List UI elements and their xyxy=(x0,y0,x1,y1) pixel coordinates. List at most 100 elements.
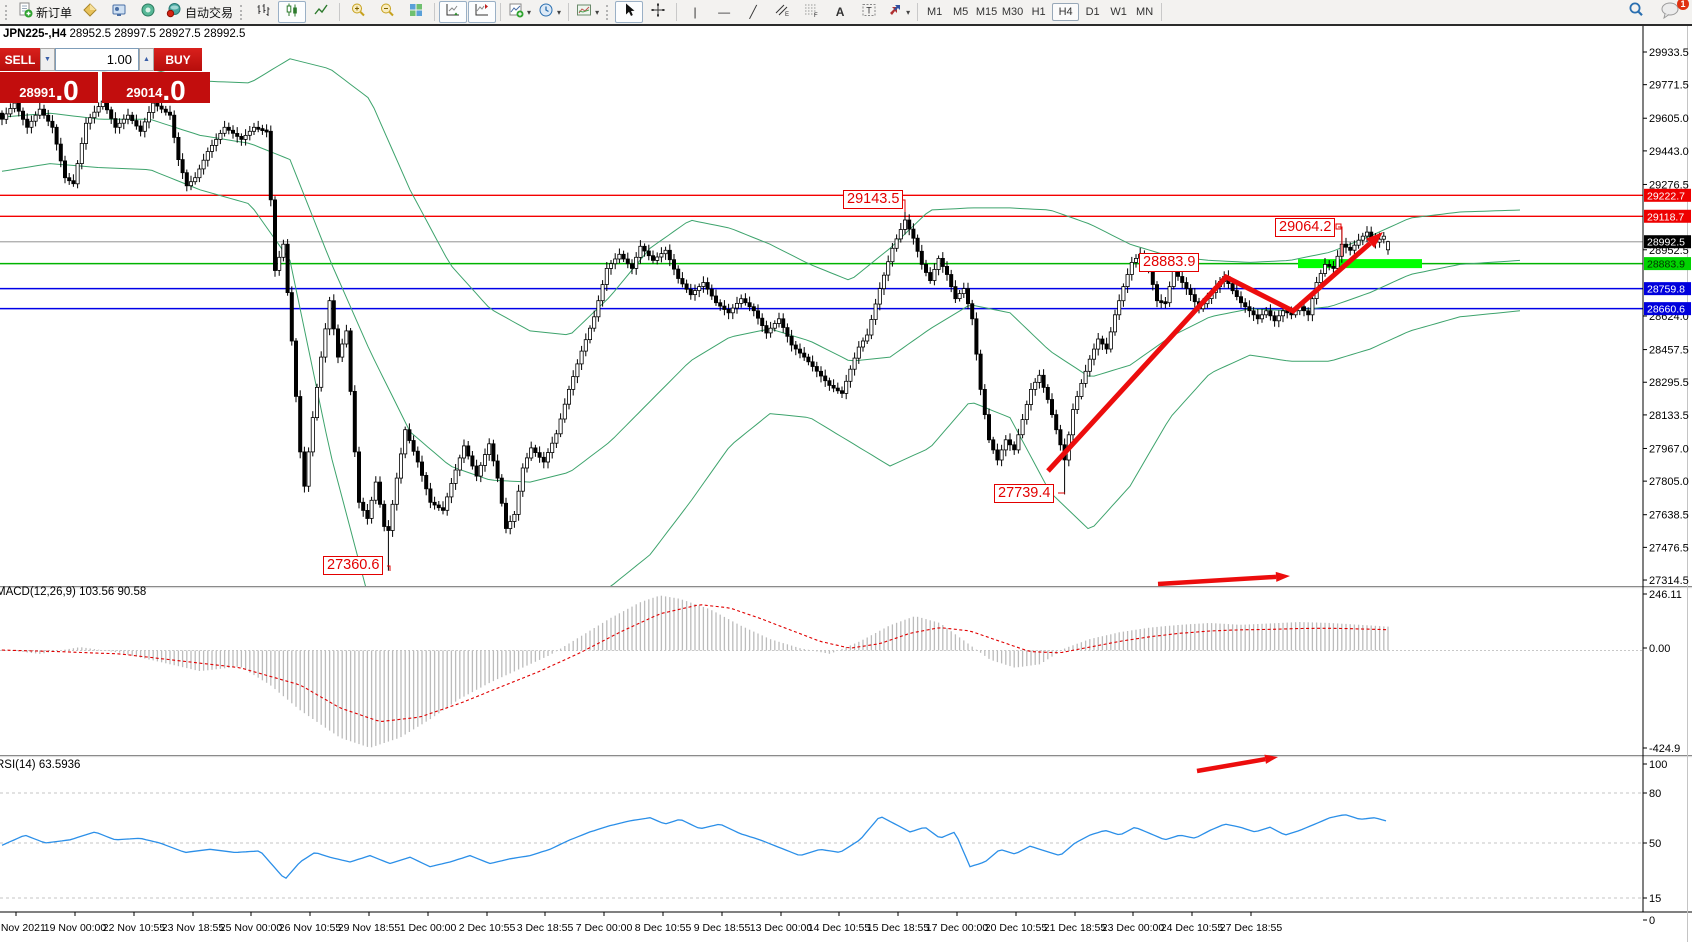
zoom-out-button[interactable] xyxy=(373,1,401,23)
auto-scroll-button[interactable] xyxy=(439,1,467,23)
fibonacci-icon: F xyxy=(803,2,819,23)
text-icon: A xyxy=(836,5,845,19)
toolbar-separator xyxy=(1161,3,1162,21)
svg-text:29443.0: 29443.0 xyxy=(1649,146,1689,158)
svg-text:F: F xyxy=(814,13,818,18)
arrows-icon xyxy=(887,2,903,23)
horizontal-line-tool[interactable]: — xyxy=(710,1,738,23)
tab-h4[interactable]: H4 xyxy=(1052,3,1079,21)
time-axis-label: 19 Nov 00:00 xyxy=(44,922,107,934)
strategy-tester-icon xyxy=(140,2,156,23)
price-annotation-box[interactable]: 29064.2 xyxy=(1275,218,1335,237)
price-annotation-box[interactable]: 27360.6 xyxy=(323,556,383,575)
svg-text:100: 100 xyxy=(1649,759,1667,771)
tab-h1[interactable]: H1 xyxy=(1026,4,1051,20)
metaeditor-icon xyxy=(82,2,98,23)
fibonacci-tool[interactable]: F xyxy=(797,1,825,23)
zoom-in-button[interactable] xyxy=(344,1,372,23)
price-tag: 28992.5 xyxy=(1644,235,1691,249)
new-order-button[interactable]: 新订单 xyxy=(14,1,75,23)
time-axis-label: 27 Dec 18:55 xyxy=(1220,922,1283,934)
volume-decrease-button[interactable]: ▼ xyxy=(40,48,55,71)
buy-button[interactable]: BUY xyxy=(154,48,202,71)
strategy-tester-button[interactable] xyxy=(134,1,162,23)
templates-dropdown-caret[interactable]: ▾ xyxy=(595,8,599,17)
tab-m30[interactable]: M30 xyxy=(1000,4,1025,20)
terminal-button[interactable] xyxy=(105,1,133,23)
tab-w1[interactable]: W1 xyxy=(1106,4,1131,20)
equidistant-channel-tool[interactable]: E xyxy=(768,1,796,23)
rsi-value: 63.5936 xyxy=(39,759,81,771)
time-axis-label: 7 Dec 00:00 xyxy=(576,922,633,934)
metaeditor-button[interactable] xyxy=(76,1,104,23)
notification-badge: 1 xyxy=(1677,0,1689,10)
indicators-button[interactable]: ▾ xyxy=(505,1,534,23)
trendline-tool[interactable]: ╱ xyxy=(739,1,767,23)
sell-price[interactable]: 28991 .0 xyxy=(0,72,98,103)
autotrading-button[interactable]: 自动交易 xyxy=(163,1,236,23)
buy-price-pips: .0 xyxy=(162,78,185,103)
text-tool[interactable]: A xyxy=(826,1,854,23)
rsi-line xyxy=(2,815,1386,878)
chart-canvas[interactable]: 29933.529771.529605.029443.029276.528952… xyxy=(0,26,1692,942)
svg-text:27805.0: 27805.0 xyxy=(1649,476,1689,488)
candlestick-chart-button[interactable] xyxy=(278,1,306,23)
text-label-tool[interactable]: T xyxy=(855,1,883,23)
zoom-in-icon xyxy=(350,2,366,23)
tab-m5[interactable]: M5 xyxy=(948,4,973,20)
svg-text:28883.9: 28883.9 xyxy=(1647,259,1685,271)
price-tag: 29118.7 xyxy=(1644,210,1691,224)
toolbar-drag-handle xyxy=(5,5,10,20)
search-icon xyxy=(1627,1,1645,24)
bollinger-bands xyxy=(2,59,1520,674)
periods-button[interactable]: ▾ xyxy=(535,1,564,23)
time-axis-label: 17 Dec 00:00 xyxy=(926,922,989,934)
arrows-dropdown-caret[interactable]: ▾ xyxy=(906,8,910,17)
price-annotation-box[interactable]: 27739.4 xyxy=(994,484,1054,503)
macd-name: MACD(12,26,9) xyxy=(0,586,76,598)
trend-arrow[interactable] xyxy=(1158,572,1290,584)
line-chart-button[interactable] xyxy=(307,1,335,23)
price-annotation-box[interactable]: 29143.5 xyxy=(843,190,903,209)
tab-m15[interactable]: M15 xyxy=(974,4,999,20)
tab-mn[interactable]: MN xyxy=(1132,4,1157,20)
search-button[interactable] xyxy=(1622,1,1650,23)
tile-windows-button[interactable] xyxy=(402,1,430,23)
macd-histogram xyxy=(2,596,1388,748)
chart-shift-icon xyxy=(474,2,490,23)
volume-increase-button[interactable]: ▲ xyxy=(139,48,154,71)
tab-d1[interactable]: D1 xyxy=(1080,4,1105,20)
price-annotation-box[interactable]: 28883.9 xyxy=(1139,253,1199,272)
arrows-tool[interactable]: ▾ xyxy=(884,1,913,23)
clock-icon xyxy=(538,2,554,23)
time-axis-label: 23 Nov 18:55 xyxy=(162,922,225,934)
volume-input[interactable]: 1.00 xyxy=(55,48,139,71)
svg-text:28660.6: 28660.6 xyxy=(1647,304,1685,316)
price-tag: 28660.6 xyxy=(1644,302,1691,316)
buy-price[interactable]: 29014 .0 xyxy=(102,72,210,103)
svg-text:28133.5: 28133.5 xyxy=(1649,410,1689,422)
tab-m1[interactable]: M1 xyxy=(922,4,947,20)
candlestick-chart-icon xyxy=(284,2,300,23)
templates-button[interactable]: ▾ xyxy=(573,1,602,23)
time-axis-label: 13 Dec 00:00 xyxy=(750,922,813,934)
crosshair-tool-button[interactable] xyxy=(644,1,672,23)
svg-text:-424.9: -424.9 xyxy=(1649,743,1680,755)
time-axis-label: 14 Dec 10:55 xyxy=(808,922,871,934)
text-label-icon: T xyxy=(861,2,877,23)
cursor-tool-button[interactable] xyxy=(615,1,643,23)
symbol-ohlc-header: JPN225-,H4 28952.5 28997.5 28927.5 28992… xyxy=(3,28,245,40)
horizontal-line-icon: — xyxy=(718,5,730,19)
svg-text:27638.5: 27638.5 xyxy=(1649,510,1689,522)
chart-shift-button[interactable] xyxy=(468,1,496,23)
line-chart-icon xyxy=(313,2,329,23)
symbol-period: JPN225-,H4 xyxy=(3,28,66,40)
periods-dropdown-caret[interactable]: ▾ xyxy=(557,8,561,17)
svg-text:29118.7: 29118.7 xyxy=(1647,211,1684,223)
autotrading-icon xyxy=(166,2,182,23)
vertical-line-tool[interactable]: | xyxy=(681,1,709,23)
indicators-dropdown-caret[interactable]: ▾ xyxy=(527,8,531,17)
notifications-button[interactable]: 1 xyxy=(1656,1,1684,23)
bar-chart-button[interactable] xyxy=(249,1,277,23)
sell-button[interactable]: SELL xyxy=(0,48,40,71)
